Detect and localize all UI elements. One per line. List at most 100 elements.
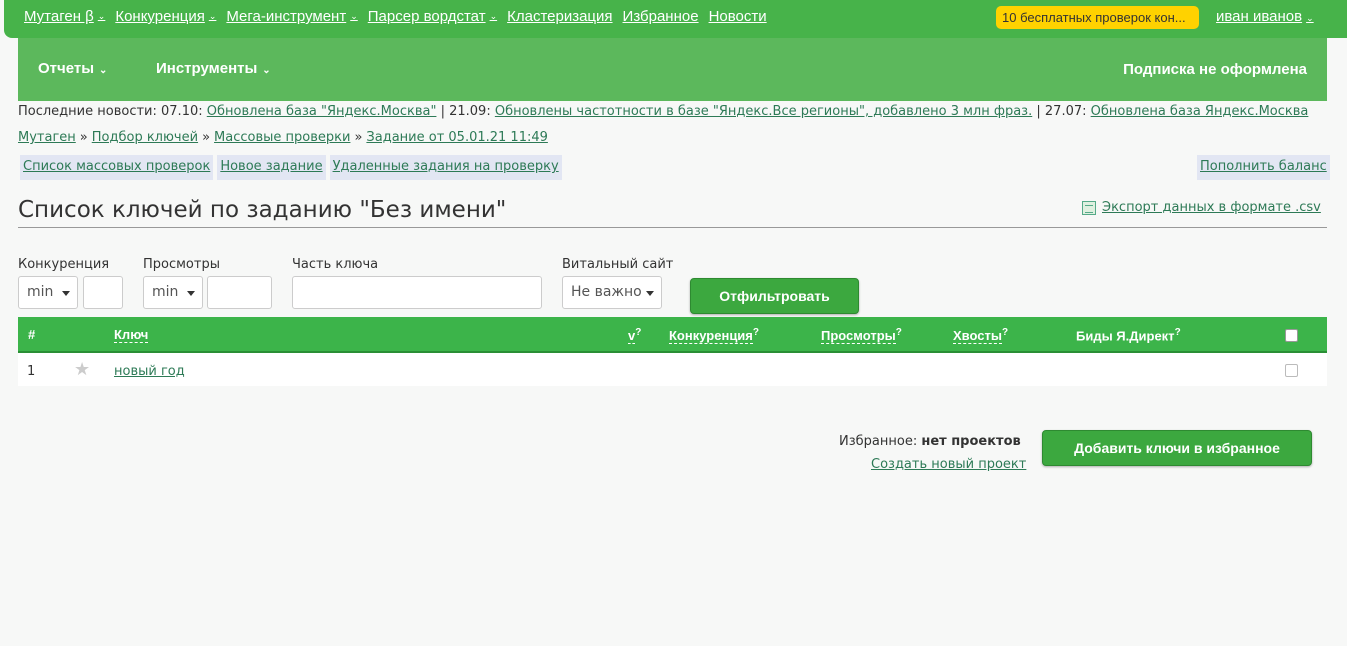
caret-down-icon [62, 291, 70, 296]
nav-wordstat-parser[interactable]: Парсер вордстат ⌄ [368, 8, 497, 25]
latest-news: Последние новости: 07.10: Обновлена база… [18, 104, 1327, 119]
chevron-down-icon: ⌄ [262, 65, 271, 76]
tools-label: Инструменты [156, 60, 258, 77]
col-tails[interactable]: Хвосты? [953, 327, 1008, 345]
col-key[interactable]: Ключ [114, 327, 149, 343]
col-views[interactable]: Просмотры? [821, 327, 902, 345]
chevron-down-icon: ⌄ [99, 65, 108, 76]
help-icon[interactable]: ? [896, 327, 902, 338]
views-filter-label: Просмотры [143, 257, 220, 272]
news-link[interactable]: Обновлена база Яндекс.Москва [1091, 104, 1309, 119]
nav-mega-tool[interactable]: Мега-инструмент ⌄ [226, 8, 357, 25]
col-competition-label: Конкуренция [669, 328, 753, 345]
chevron-down-icon: ⌄ [208, 11, 217, 21]
add-to-favorites-button[interactable]: Добавить ключи в избранное [1042, 430, 1312, 466]
help-icon[interactable]: ? [753, 327, 759, 338]
reports-label: Отчеты [38, 60, 95, 77]
competition-min-select[interactable]: min [18, 276, 78, 309]
table-row: 1 ★ новый год [18, 353, 1327, 386]
top-up-balance-button[interactable]: Пополнить баланс [1197, 155, 1330, 180]
nav-wordstat-parser-label: Парсер вордстат [367, 8, 486, 25]
nav-competition-label: Конкуренция [115, 8, 205, 25]
key-part-filter-label: Часть ключа [292, 257, 379, 272]
news-date: 27.07: [1044, 104, 1087, 119]
task-tabs: Список массовых проверок Новое задание У… [20, 155, 1330, 180]
competition-value-input[interactable] [83, 276, 123, 309]
breadcrumb-separator: » [354, 130, 363, 145]
caret-down-icon [646, 291, 654, 296]
col-number: # [28, 327, 36, 342]
tab-deleted-tasks[interactable]: Удаленные задания на проверку [329, 155, 562, 180]
col-competition[interactable]: Конкуренция? [669, 327, 759, 345]
row-checkbox[interactable] [1285, 364, 1298, 377]
help-icon[interactable]: ? [1002, 327, 1008, 338]
col-bids-label: Биды Я.Директ [1076, 328, 1175, 344]
page-title: Список ключей по заданию "Без имени" [18, 197, 507, 223]
tab-new-task[interactable]: Новое задание [217, 155, 326, 180]
chevron-down-icon: ⌄ [350, 11, 358, 21]
nav-mutagen[interactable]: Мутаген β ⌄ [24, 8, 105, 25]
top-navigation-bar: Мутаген β ⌄ Конкуренция ⌄ Мега-инструмент ⌄… [4, 0, 1347, 38]
reports-menu[interactable]: Отчеты ⌄ [38, 60, 107, 77]
vital-site-select[interactable]: Не важно [562, 276, 662, 309]
top-nav: Мутаген β ⌄ Конкуренция ⌄ Мега-инструмент ⌄… [24, 8, 777, 25]
key-part-input[interactable] [292, 276, 542, 309]
subscription-status[interactable]: Подписка не оформлена [1123, 61, 1307, 78]
news-link[interactable]: Обновлена база "Яндекс.Москва" [207, 104, 437, 119]
chevron-down-icon: ⌄ [97, 11, 106, 21]
breadcrumb-mass-checks[interactable]: Массовые проверки [214, 130, 350, 145]
nav-clustering[interactable]: Кластеризация [507, 8, 612, 25]
nav-competition[interactable]: Конкуренция ⌄ [115, 8, 216, 25]
competition-select-value: min [27, 284, 54, 300]
breadcrumb-keyword-selection[interactable]: Подбор ключей [92, 130, 198, 145]
competition-filter-label: Конкуренция [18, 257, 110, 272]
row-key-link[interactable]: новый год [114, 364, 185, 379]
user-menu[interactable]: иван иванов ⌄ [1216, 8, 1314, 25]
export-csv-label[interactable]: Экспорт данных в формате .csv [1102, 200, 1321, 215]
breadcrumb-task[interactable]: Задание от 05.01.21 11:49 [366, 130, 547, 145]
breadcrumb-separator: » [202, 130, 211, 145]
views-min-select[interactable]: min [143, 276, 203, 309]
user-name: иван иванов [1216, 8, 1303, 25]
breadcrumb-mutagen[interactable]: Мутаген [18, 130, 76, 145]
favorites-status: Избранное: нет проектов [839, 434, 1021, 449]
col-views-label: Просмотры [821, 328, 896, 345]
filter-button[interactable]: Отфильтровать [690, 278, 859, 314]
col-tails-label: Хвосты [953, 328, 1002, 345]
news-separator: | [440, 104, 445, 119]
breadcrumb: Мутаген» Подбор ключей» Массовые проверки»… [18, 130, 548, 145]
star-icon[interactable]: ★ [74, 359, 90, 380]
divider [18, 227, 1327, 228]
tools-menu[interactable]: Инструменты ⌄ [156, 60, 271, 77]
favorites-value: нет проектов [921, 434, 1021, 449]
vital-site-select-value: Не важно [571, 284, 642, 300]
views-value-input[interactable] [207, 276, 272, 309]
export-csv-link[interactable]: Экспорт данных в формате .csv [1082, 200, 1321, 215]
favorites-label: Избранное: [839, 434, 918, 449]
col-bids[interactable]: Биды Я.Директ? [1076, 327, 1181, 343]
nav-favorites[interactable]: Избранное [623, 8, 699, 25]
select-all-checkbox[interactable] [1285, 329, 1298, 342]
news-date: 07.10: [161, 104, 203, 119]
help-icon[interactable]: ? [1175, 327, 1181, 338]
keywords-table-header: # Ключ v? Конкуренция? Просмотры? Хвосты… [18, 317, 1327, 353]
col-v[interactable]: v? [628, 327, 641, 345]
news-prefix: Последние новости: [18, 104, 157, 119]
breadcrumb-separator: » [79, 130, 88, 145]
row-number: 1 [27, 364, 36, 379]
create-project-link[interactable]: Создать новый проект [871, 457, 1026, 472]
tab-mass-check-list[interactable]: Список массовых проверок [20, 155, 214, 180]
nav-news[interactable]: Новости [709, 8, 767, 25]
vital-site-filter-label: Витальный сайт [562, 257, 674, 272]
chevron-down-icon: ⌄ [489, 11, 498, 21]
chevron-down-icon: ⌄ [1306, 13, 1314, 23]
sub-navigation-bar: Отчеты ⌄ Инструменты ⌄ Подписка не оформле… [18, 38, 1327, 101]
views-select-value: min [152, 284, 179, 300]
caret-down-icon [187, 291, 195, 296]
spreadsheet-icon [1082, 200, 1096, 215]
news-link[interactable]: Обновлены частотности в базе "Яндекс.Все… [495, 104, 1032, 119]
free-checks-promo[interactable]: 10 бесплатных проверок кон... [996, 6, 1199, 29]
news-date: 21.09: [449, 104, 491, 119]
help-icon[interactable]: ? [635, 327, 641, 338]
nav-mutagen-label: Мутаген β [24, 8, 94, 25]
